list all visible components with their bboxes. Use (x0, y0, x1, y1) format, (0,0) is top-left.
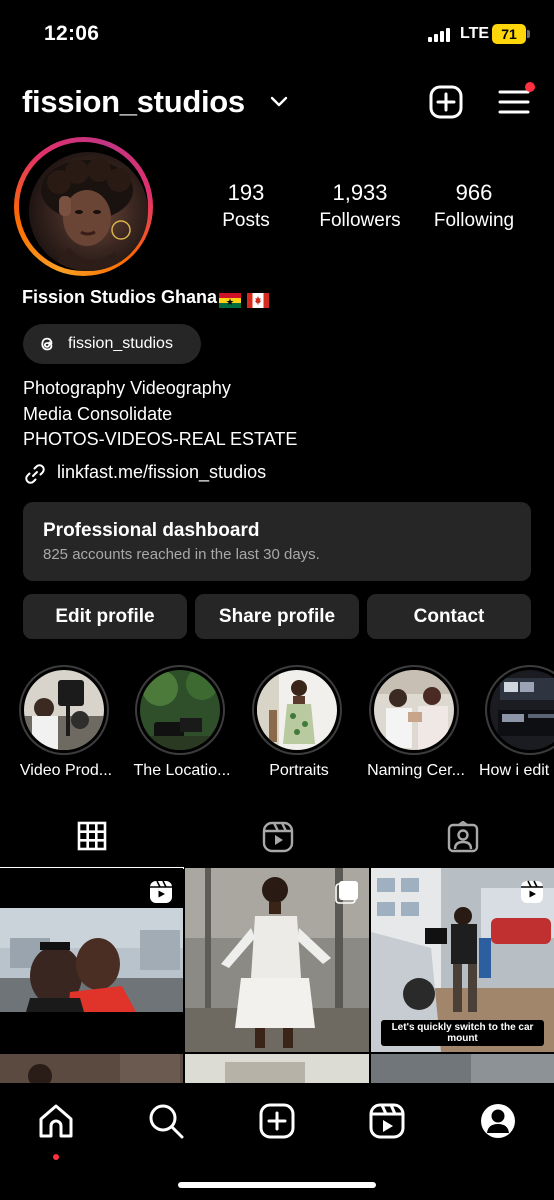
profile-tabs (0, 805, 554, 869)
notification-dot (525, 82, 535, 92)
share-profile-button[interactable]: Share profile (195, 594, 359, 639)
display-name: Fission Studios Ghana (22, 287, 275, 310)
link-icon (25, 464, 45, 484)
home-indicator[interactable] (178, 1182, 376, 1188)
followers-stat[interactable]: 1,933 Followers (308, 180, 412, 232)
reel-icon (521, 880, 543, 903)
bio: Photography Videography Media Consolidat… (23, 376, 297, 453)
highlight-label: Video Prod... (19, 762, 113, 779)
highlight-cover (24, 670, 104, 750)
highlight-label: Portraits (269, 762, 329, 779)
profile-header: fission_studios (0, 78, 554, 128)
nav-create[interactable] (255, 1099, 299, 1143)
posts-grid: Let's quickly switch to the car mount (0, 868, 554, 1083)
professional-dashboard[interactable]: Professional dashboard 825 accounts reac… (23, 502, 531, 581)
highlight-label: Naming Cer... (367, 762, 465, 779)
grid-post[interactable] (185, 868, 369, 1052)
highlight-cover (140, 670, 220, 750)
grid-post[interactable] (0, 1054, 183, 1083)
ghana-flag-icon (219, 292, 242, 308)
battery-icon: 71 (492, 24, 530, 44)
account-switcher[interactable]: fission_studios (22, 84, 245, 120)
profile-stats: 193 Posts 1,933 Followers 966 Following (190, 180, 550, 240)
status-time: 12:06 (44, 22, 100, 45)
nav-reels[interactable] (365, 1099, 409, 1143)
post-caption-overlay: Let's quickly switch to the car mount (381, 1020, 544, 1046)
nav-home[interactable] (34, 1099, 78, 1160)
dashboard-subtitle: 825 accounts reached in the last 30 days… (43, 546, 320, 563)
posts-stat[interactable]: 193 Posts (206, 180, 286, 232)
grid-icon (77, 821, 107, 851)
home-icon (39, 1104, 73, 1138)
nav-search[interactable] (144, 1099, 188, 1143)
tagged-icon (447, 821, 479, 853)
highlight-label: How i edit (479, 762, 550, 779)
create-icon (259, 1103, 295, 1139)
status-bar: 12:06 LTE 71 (0, 0, 554, 66)
highlight-cover (257, 670, 337, 750)
bio-line: Media Consolidate (23, 403, 173, 424)
bio-line: Photography Videography (23, 378, 231, 398)
grid-post[interactable] (185, 1054, 369, 1083)
reels-icon (369, 1103, 405, 1139)
nav-profile[interactable] (476, 1099, 520, 1143)
carousel-icon (335, 881, 358, 904)
reel-icon (150, 880, 172, 903)
reels-icon (262, 821, 294, 853)
tab-grid[interactable] (0, 805, 184, 869)
signal-icon (428, 28, 454, 42)
bio-line: PHOTOS-VIDEOS-REAL ESTATE (23, 429, 298, 449)
grid-post[interactable] (371, 1054, 554, 1083)
highlight-cover (374, 670, 454, 750)
threads-icon (41, 337, 53, 351)
chevron-down-icon[interactable] (270, 96, 288, 108)
profile-avatar-story-ring[interactable] (14, 137, 153, 276)
contact-button[interactable]: Contact (367, 594, 531, 639)
link-text: linkfast.me/fission_studios (57, 462, 267, 482)
search-icon (149, 1104, 184, 1139)
threads-handle: fission_studios (68, 335, 173, 352)
profile-icon (481, 1104, 515, 1138)
following-stat[interactable]: 966 Following (422, 180, 526, 232)
tab-reels[interactable] (185, 805, 369, 867)
menu-button[interactable] (496, 82, 535, 118)
network-label: LTE (460, 25, 490, 42)
dashboard-title: Professional dashboard (43, 520, 260, 541)
canada-flag-icon (247, 292, 270, 308)
grid-post[interactable] (0, 868, 183, 1052)
avatar (29, 152, 148, 271)
home-notification-dot (53, 1154, 59, 1160)
threads-badge[interactable]: fission_studios (23, 324, 201, 364)
edit-profile-button[interactable]: Edit profile (23, 594, 187, 639)
grid-post[interactable]: Let's quickly switch to the car mount (371, 868, 554, 1052)
avatar-portrait-image (41, 158, 133, 271)
tab-tagged[interactable] (370, 805, 554, 867)
highlight-label: The Locatio... (133, 762, 231, 779)
plus-square-icon[interactable] (428, 84, 464, 120)
